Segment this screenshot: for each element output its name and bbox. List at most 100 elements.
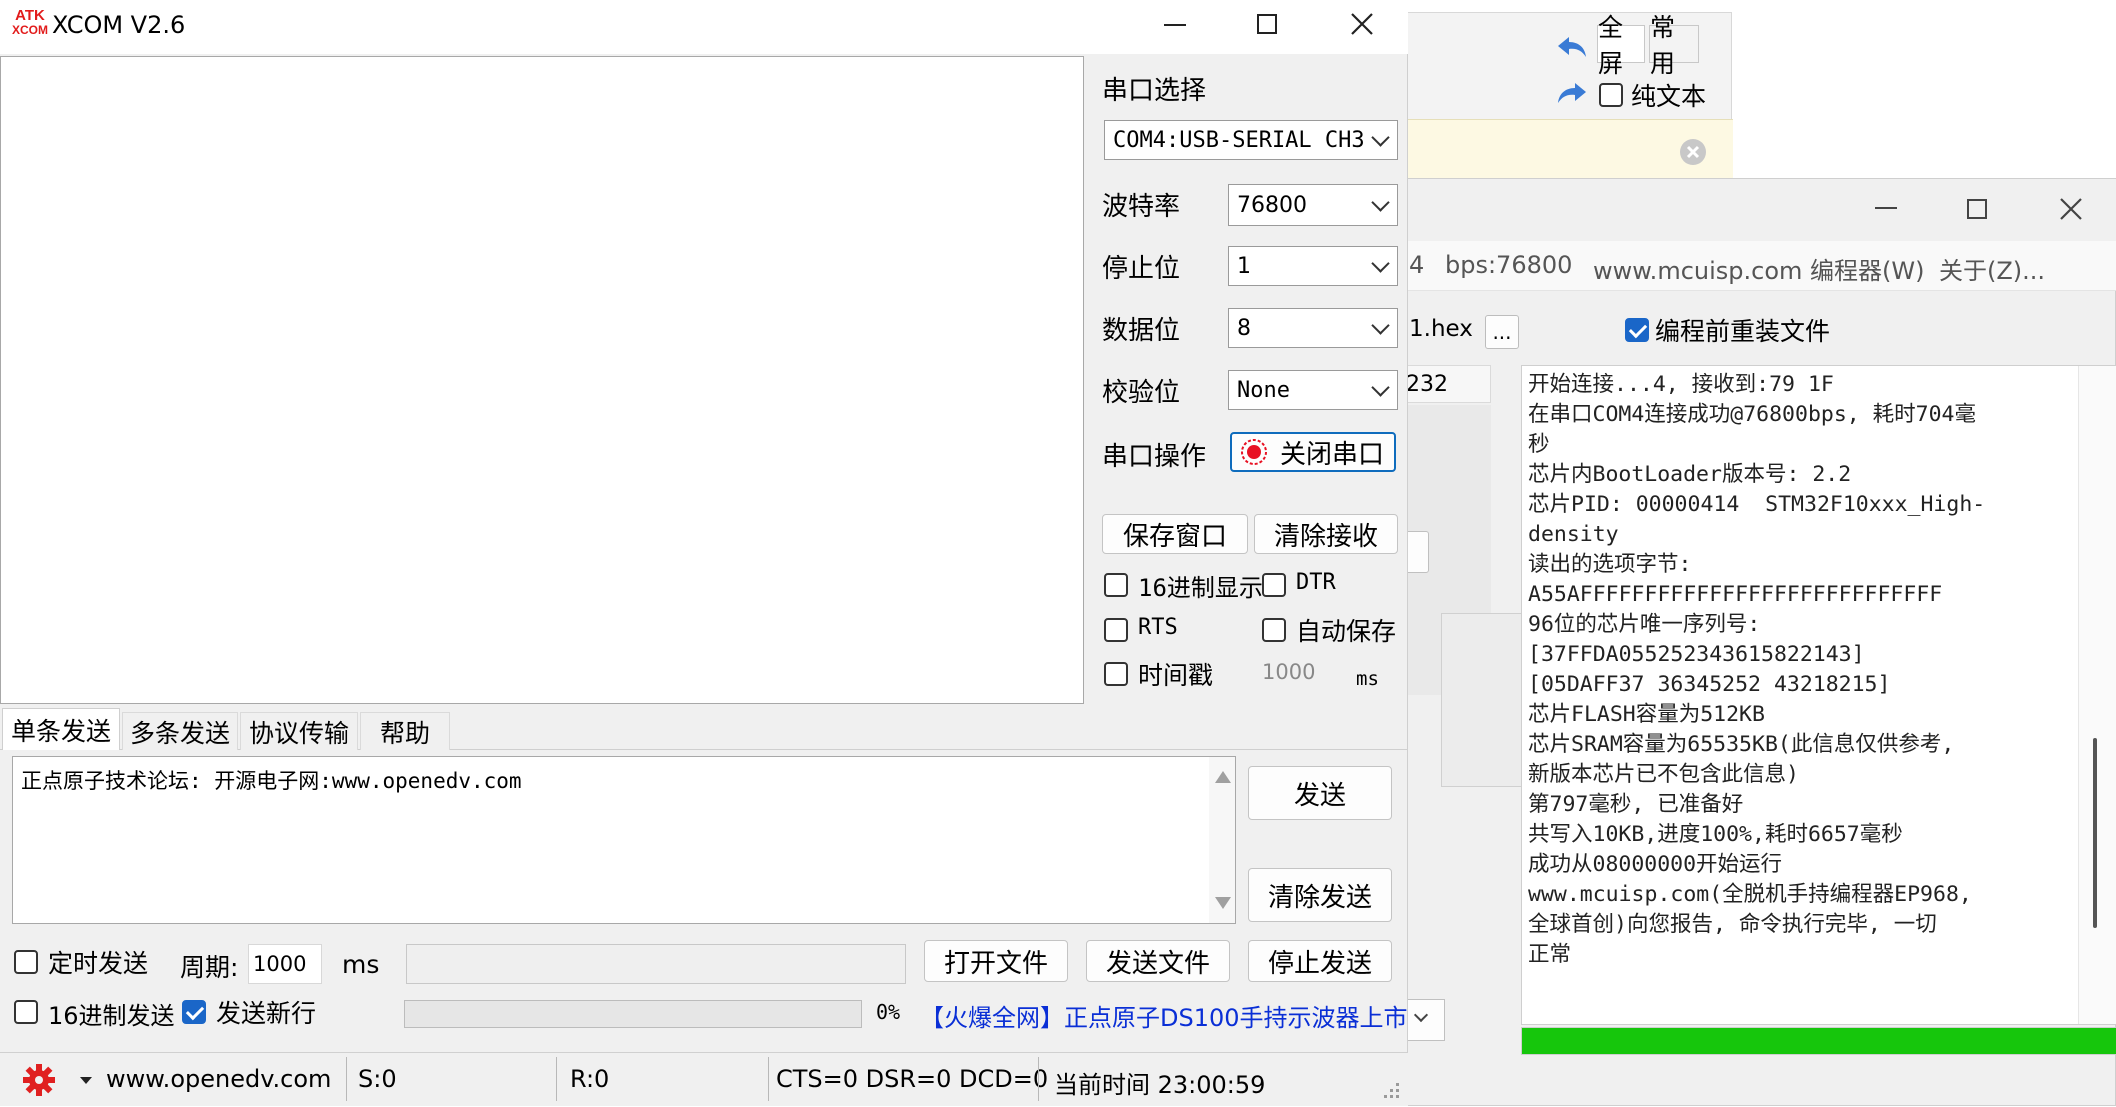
clear-send-button[interactable]: 清除发送: [1248, 868, 1392, 922]
status-received-count: R:0: [570, 1065, 610, 1093]
minimize-icon[interactable]: [1875, 207, 1897, 209]
tab-help[interactable]: 帮助: [360, 712, 450, 750]
tab-protocol[interactable]: 协议传输: [240, 712, 358, 750]
send-text: 正点原子技术论坛: 开源电子网:www.openedv.com: [21, 769, 522, 793]
send-file-path[interactable]: [406, 944, 906, 984]
status-time: 当前时间 23:00:59: [1054, 1071, 1266, 1099]
log-line: 芯片PID: 00000414 STM32F10xxx_High-: [1528, 492, 1986, 517]
timestamp-checkbox[interactable]: [1104, 662, 1128, 686]
status-bar: www.openedv.com S:0 R:0 CTS=0 DSR=0 DCD=…: [0, 1052, 1408, 1106]
scroll-down-icon[interactable]: [1215, 897, 1231, 909]
chevron-down-icon: [1371, 193, 1390, 212]
period-label: 周期:: [180, 953, 239, 982]
log-line: 成功从08000000开始运行: [1528, 852, 1783, 877]
data-bits-label: 数据位: [1102, 316, 1181, 346]
parity-select[interactable]: None: [1228, 370, 1398, 410]
tab-multi-send[interactable]: 多条发送: [122, 712, 238, 750]
baud-label: 波特率: [1102, 192, 1181, 222]
scroll-up-icon[interactable]: [1215, 771, 1231, 783]
menu-bps[interactable]: bps:76800: [1445, 251, 1572, 279]
app-logo: ATK XCOM: [12, 7, 48, 37]
save-window-button[interactable]: 保存窗口: [1102, 514, 1248, 554]
stop-bits-select[interactable]: 1: [1228, 246, 1398, 286]
reload-label: 编程前重装文件: [1655, 317, 1831, 346]
mcuisp-menubar: 4 bps:76800 www.mcuisp.com 编程器(W) 关于(Z).…: [1401, 241, 2116, 291]
menu-about[interactable]: 关于(Z)...: [1939, 251, 2045, 286]
timed-send-checkbox[interactable]: [14, 950, 38, 974]
stop-send-button[interactable]: 停止发送: [1248, 940, 1392, 982]
log-line: www.mcuisp.com(全脱机手持编程器EP968,: [1528, 882, 1972, 907]
send-file-button[interactable]: 发送文件: [1086, 940, 1230, 982]
hex-display-label: 16进制显示: [1138, 574, 1263, 602]
rs232-field[interactable]: 232: [1401, 365, 1491, 403]
log-line: [05DAFF37 36345252 43218215]: [1528, 672, 1891, 697]
menu-programmer[interactable]: www.mcuisp.com 编程器(W): [1593, 251, 1924, 286]
log-text: 开始连接...4, 接收到:79 1F 在串口COM4连接成功@76800bps,…: [1528, 370, 2068, 970]
clear-icon[interactable]: [1679, 138, 1707, 166]
common-button[interactable]: 常用: [1649, 13, 1699, 78]
close-icon[interactable]: [2057, 195, 2085, 223]
parity-value: None: [1237, 377, 1290, 403]
log-line: density: [1528, 522, 1619, 547]
send-textarea[interactable]: 正点原子技术论坛: 开源电子网:www.openedv.com: [12, 756, 1236, 924]
mcuisp-progress-fill: [1522, 1028, 2116, 1054]
open-file-button[interactable]: 打开文件: [924, 940, 1068, 982]
gear-icon[interactable]: [22, 1063, 56, 1097]
xcom-window: ATK XCOM XCOM V2.6 串口选择 COM4:USB-SERIAL …: [0, 0, 1408, 1106]
undo-icon[interactable]: [1555, 33, 1589, 61]
log-scrollbar[interactable]: [2078, 366, 2116, 1024]
timed-send-label: 定时发送: [48, 949, 149, 978]
send-newline-checkbox[interactable]: [182, 1000, 206, 1024]
maximize-icon[interactable]: [1967, 199, 1987, 219]
log-line: 共写入10KB,进度100%,耗时6657毫秒: [1528, 822, 1903, 847]
log-line: 第797毫秒, 已准备好: [1528, 792, 1744, 817]
close-icon[interactable]: [1348, 10, 1376, 38]
status-divider: [346, 1057, 347, 1101]
resize-grip-icon[interactable]: [1380, 1079, 1402, 1101]
period-input[interactable]: 1000: [248, 944, 322, 984]
fullscreen-button[interactable]: 全屏: [1597, 13, 1645, 78]
reload-checkbox[interactable]: [1625, 318, 1649, 342]
log-line: 在串口COM4连接成功@76800bps, 耗时704毫: [1528, 402, 1976, 427]
log-line: 全球首创)向您报告, 命令执行完毕, 一切: [1528, 912, 1937, 937]
log-line: 秒: [1528, 432, 1550, 457]
maximize-icon[interactable]: [1257, 14, 1277, 34]
clear-receive-button[interactable]: 清除接收: [1254, 514, 1398, 554]
log-panel: 开始连接...4, 接收到:79 1F 在串口COM4连接成功@76800bps,…: [1521, 365, 2116, 1025]
status-divider: [556, 1057, 557, 1101]
send-scrollbar[interactable]: [1209, 757, 1235, 923]
close-port-button[interactable]: 关闭串口: [1230, 432, 1396, 472]
rts-checkbox[interactable]: [1104, 618, 1128, 642]
browse-button[interactable]: ...: [1485, 315, 1519, 349]
menu-partial[interactable]: 4: [1409, 251, 1424, 279]
dtr-checkbox[interactable]: [1262, 573, 1286, 597]
mcuisp-titlebar: [1401, 179, 2116, 241]
parity-label: 校验位: [1102, 378, 1181, 408]
log-line: 正常: [1528, 942, 1572, 967]
status-url[interactable]: www.openedv.com: [106, 1065, 331, 1093]
log-scroll-thumb[interactable]: [2093, 738, 2097, 928]
timestamp-input[interactable]: 1000: [1262, 654, 1332, 690]
ad-link[interactable]: 【火爆全网】正点原子DS100手持示波器上市: [920, 998, 1408, 1033]
status-dropdown-icon[interactable]: [80, 1077, 92, 1084]
mcuisp-window: 4 bps:76800 www.mcuisp.com 编程器(W) 关于(Z).…: [1400, 178, 2116, 1106]
data-bits-select[interactable]: 8: [1228, 308, 1398, 348]
send-button[interactable]: 发送: [1248, 766, 1392, 820]
hex-display-checkbox[interactable]: [1104, 573, 1128, 597]
tab-single-send[interactable]: 单条发送: [2, 708, 120, 750]
chevron-down-icon: [1371, 254, 1390, 273]
stop-bits-value: 1: [1237, 253, 1251, 279]
minimize-icon[interactable]: [1164, 24, 1186, 26]
hex-file-field[interactable]: 1.hex: [1401, 309, 1483, 349]
mcuisp-progress-bar: [1521, 1027, 2116, 1055]
dtr-label: DTR: [1296, 570, 1336, 595]
timestamp-label: 时间戳: [1138, 661, 1214, 690]
redo-icon[interactable]: [1555, 79, 1589, 107]
receive-textarea[interactable]: [0, 56, 1084, 704]
port-select[interactable]: COM4:USB-SERIAL CH340: [1104, 120, 1398, 160]
auto-save-checkbox[interactable]: [1262, 618, 1286, 642]
chevron-down-icon: [1413, 1007, 1429, 1023]
hex-send-checkbox[interactable]: [14, 1000, 38, 1024]
baud-select[interactable]: 76800: [1228, 184, 1398, 226]
plain-text-checkbox[interactable]: [1599, 83, 1623, 107]
